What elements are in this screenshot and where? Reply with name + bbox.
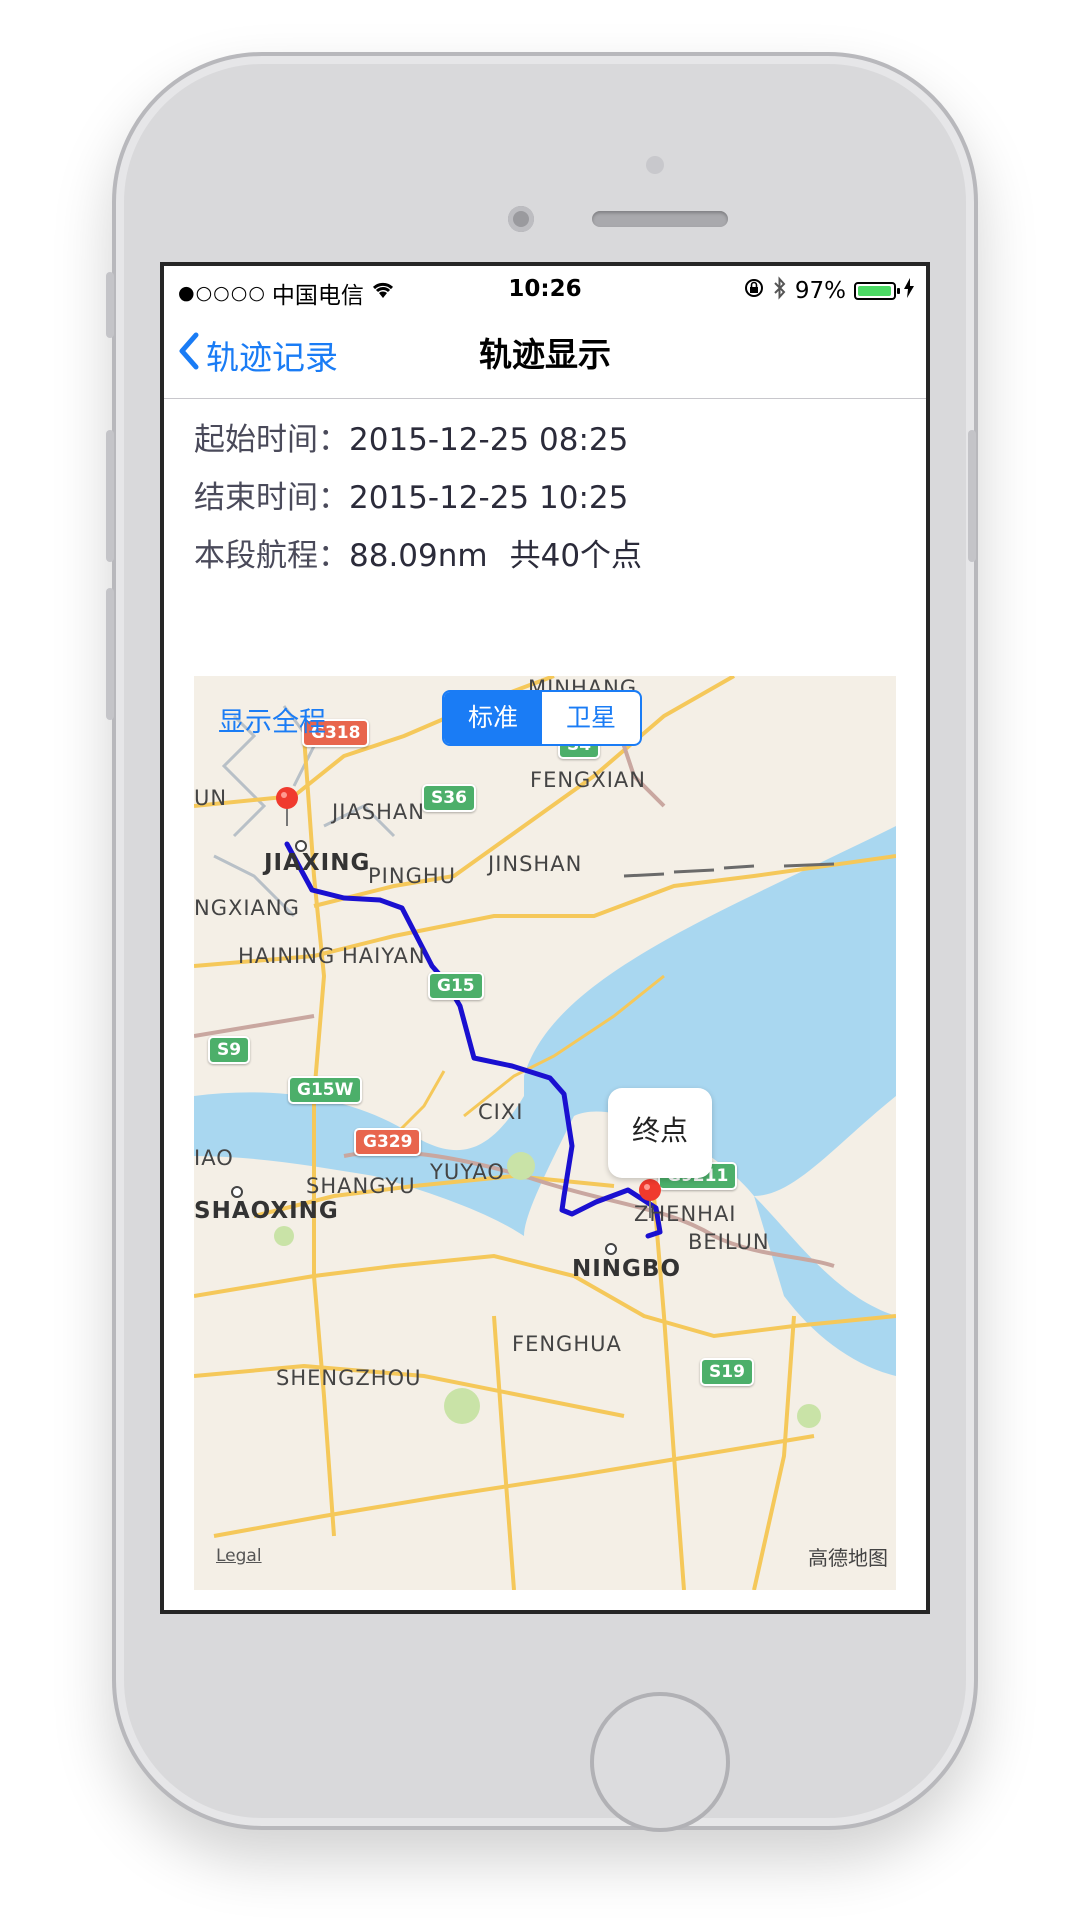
- road-shield-s9: S9: [208, 1036, 251, 1064]
- point-count: 共40个点: [509, 538, 643, 574]
- home-button[interactable]: [590, 1692, 730, 1832]
- power-button[interactable]: [968, 430, 976, 562]
- show-full-route-button[interactable]: 显示全程: [218, 700, 326, 739]
- status-bar: ●○○○○ 中国电信 10:26 97%: [164, 266, 926, 312]
- page-title: 轨迹显示: [479, 335, 611, 374]
- road-shield-g329: G329: [354, 1128, 422, 1156]
- place-cixi: CIXI: [478, 1100, 524, 1124]
- place-beilun: BEILUN: [688, 1230, 770, 1254]
- place-yuyao: YUYAO: [430, 1160, 505, 1184]
- map-type-satellite[interactable]: 卫星: [542, 692, 640, 744]
- distance-value: 88.09nm: [349, 538, 488, 574]
- end-time-value: 2015-12-25 10:25: [349, 480, 629, 516]
- place-shangyu: SHANGYU: [306, 1174, 416, 1198]
- start-time-value: 2015-12-25 08:25: [349, 422, 629, 458]
- start-time-row: 起始时间：2015-12-25 08:25: [194, 414, 628, 459]
- screen: ●○○○○ 中国电信 10:26 97% 轨迹记录 轨迹显示 起始时间：2015…: [160, 262, 930, 1614]
- navigation-bar: 轨迹记录 轨迹显示: [164, 312, 926, 399]
- road-shield-g15: G15: [428, 972, 484, 1000]
- earpiece-speaker: [592, 211, 728, 227]
- map-type-standard[interactable]: 标准: [444, 692, 542, 744]
- end-point-callout[interactable]: 终点: [608, 1088, 712, 1178]
- front-camera: [508, 206, 534, 232]
- place-jiashan: JIASHAN: [332, 800, 425, 824]
- distance-label: 本段航程：: [194, 538, 349, 574]
- place-fenghua: FENGHUA: [512, 1332, 622, 1356]
- map-base: [194, 676, 896, 1590]
- volume-up-button[interactable]: [106, 430, 114, 562]
- shaoxing-city-dot: [231, 1186, 243, 1198]
- end-time-label: 结束时间：: [194, 480, 349, 516]
- distance-row: 本段航程：88.09nm 共40个点: [194, 530, 642, 575]
- place-shengzhou: SHENGZHOU: [276, 1366, 422, 1390]
- map-provider-logo: 高德地图: [808, 1546, 888, 1570]
- map-legal-link[interactable]: Legal: [216, 1546, 262, 1566]
- start-time-label: 起始时间：: [194, 422, 349, 458]
- place-tongxiang: NGXIANG: [194, 896, 300, 920]
- map-type-segmented-control: 标准 卫星: [442, 690, 642, 746]
- place-ningbo: NINGBO: [572, 1256, 682, 1282]
- road-shield-s36: S36: [422, 784, 476, 812]
- rotation-lock-icon: [743, 277, 765, 305]
- proximity-sensor: [646, 156, 664, 174]
- place-fengxian: FENGXIAN: [530, 768, 646, 792]
- end-pin-icon[interactable]: [638, 1178, 662, 1222]
- track-map[interactable]: G318 S4 S36 G15 S9 G15W G329 G9211 S19 M…: [194, 676, 896, 1590]
- battery-fill: [858, 286, 891, 296]
- place-shaoxing: SHAOXING: [194, 1198, 339, 1224]
- place-pinghu: PINGHU: [368, 864, 457, 888]
- bluetooth-icon: [773, 276, 787, 306]
- mute-switch[interactable]: [106, 272, 114, 338]
- end-time-row: 结束时间：2015-12-25 10:25: [194, 472, 628, 517]
- road-shield-s19: S19: [700, 1358, 754, 1386]
- start-pin-icon[interactable]: [275, 786, 299, 830]
- road-shield-g15w: G15W: [288, 1076, 363, 1104]
- place-keqiao: IAO: [194, 1146, 234, 1170]
- place-jinshan: JINSHAN: [488, 852, 583, 876]
- place-jiaxing: JIAXING: [264, 850, 371, 876]
- place-haining: HAINING: [238, 944, 336, 968]
- place-left-edge: UN: [194, 786, 228, 810]
- battery-icon: [854, 282, 900, 300]
- place-haiyan: HAIYAN: [342, 944, 426, 968]
- ningbo-city-dot: [605, 1243, 617, 1255]
- volume-down-button[interactable]: [106, 588, 114, 720]
- battery-percent: 97%: [794, 278, 846, 304]
- charging-icon: [904, 278, 914, 304]
